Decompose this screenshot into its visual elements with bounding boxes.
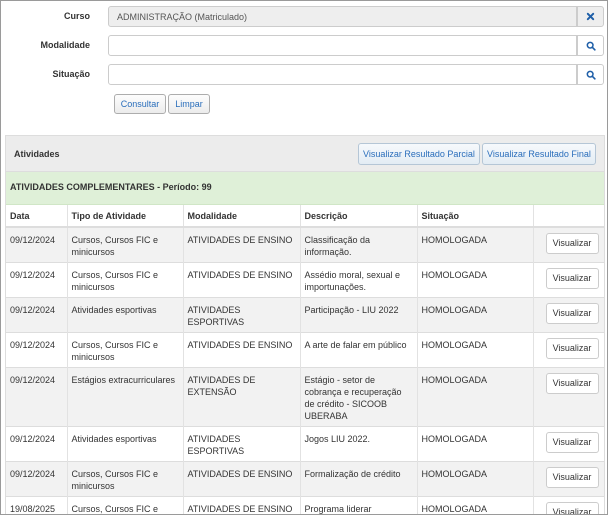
cell-tipo: Cursos, Cursos FIC e minicursos [67,332,184,368]
cell-data: 09/12/2024 [6,461,68,497]
cell-descricao: Formalização de crédito [300,461,418,497]
table-row: 09/12/2024 Cursos, Cursos FIC e minicurs… [6,461,604,497]
cell-situacao: HOMOLOGADA [417,461,534,497]
cell-tipo: Cursos, Cursos FIC e minicursos [67,461,184,497]
form-row-situacao: Situação [1,64,607,86]
search-icon [586,41,596,51]
panel-title: Atividades [14,149,60,159]
cell-data: 09/12/2024 [6,367,68,427]
visualizar-button[interactable]: Visualizar [545,268,599,289]
column-header-data: Data [6,205,68,228]
cell-tipo: Estágios extracurriculares [67,367,184,427]
cell-modalidade: ATIVIDADES DE ENSINO [183,496,301,514]
visualizar-button[interactable]: Visualizar [545,502,599,514]
cell-modalidade: ATIVIDADES DE ENSINO [183,262,301,298]
column-header-descricao: Descrição [300,205,418,228]
cell-actions: Visualizar [533,461,604,497]
consultar-button[interactable]: Consultar [114,94,166,114]
cell-actions: Visualizar [533,226,604,263]
cell-data: 19/08/2025 [6,496,68,514]
section-title: ATIVIDADES COMPLEMENTARES - Período: 99 [6,172,604,205]
clear-curso-button[interactable] [577,6,604,27]
search-icon [586,70,596,80]
panel-heading: Atividades Visualizar Resultado Parcial … [6,136,604,172]
close-icon [586,12,595,21]
table-row: 19/08/2025 Cursos, Cursos FIC e minicurs… [6,496,604,514]
cell-situacao: HOMOLOGADA [417,496,534,514]
cell-actions: Visualizar [533,426,604,462]
cell-actions: Visualizar [533,297,604,333]
cell-descricao: Classificação da informação. [300,226,418,263]
table-header-row: Data Tipo de Atividade Modalidade Descri… [6,205,604,228]
modalidade-field[interactable] [108,35,577,56]
cell-actions: Visualizar [533,367,604,427]
cell-descricao: Programa liderar [300,496,418,514]
search-situacao-button[interactable] [577,64,604,85]
visualizar-button[interactable]: Visualizar [545,338,599,359]
cell-modalidade: ATIVIDADES DE ENSINO [183,332,301,368]
cell-tipo: Atividades esportivas [67,426,184,462]
table-row: 09/12/2024 Estágios extracurriculares AT… [6,367,604,427]
situacao-field[interactable] [108,64,577,85]
cell-modalidade: ATIVIDADES ESPORTIVAS [183,297,301,333]
cell-data: 09/12/2024 [6,426,68,462]
visualizar-button[interactable]: Visualizar [545,432,599,453]
curso-field[interactable]: ADMINISTRAÇÃO (Matriculado) [108,6,577,27]
cell-data: 09/12/2024 [6,262,68,298]
cell-situacao: HOMOLOGADA [417,262,534,298]
cell-actions: Visualizar [533,332,604,368]
form-row-curso: Curso ADMINISTRAÇÃO (Matriculado) [1,6,607,28]
search-modalidade-button[interactable] [577,35,604,56]
cell-tipo: Cursos, Cursos FIC e minicursos [67,226,184,263]
cell-tipo: Atividades esportivas [67,297,184,333]
table-row: 09/12/2024 Cursos, Cursos FIC e minicurs… [6,332,604,368]
cell-tipo: Cursos, Cursos FIC e minicursos [67,496,184,514]
cell-situacao: HOMOLOGADA [417,332,534,368]
table-row: 09/12/2024 Cursos, Cursos FIC e minicurs… [6,226,604,263]
cell-descricao: Estágio - setor de cobrança e recuperaçã… [300,367,418,427]
atividades-panel: Atividades Visualizar Resultado Parcial … [5,135,605,514]
situacao-label: Situação [52,69,90,79]
visualizar-button[interactable]: Visualizar [545,303,599,324]
cell-modalidade: ATIVIDADES ESPORTIVAS [183,426,301,462]
table-row: 09/12/2024 Cursos, Cursos FIC e minicurs… [6,262,604,298]
table-row: 09/12/2024 Atividades esportivas ATIVIDA… [6,297,604,333]
cell-actions: Visualizar [533,496,604,514]
cell-descricao: Assédio moral, sexual e importunações. [300,262,418,298]
cell-modalidade: ATIVIDADES DE ENSINO [183,461,301,497]
cell-tipo: Cursos, Cursos FIC e minicursos [67,262,184,298]
cell-descricao: Participação - LIU 2022 [300,297,418,333]
cell-data: 09/12/2024 [6,297,68,333]
cell-data: 09/12/2024 [6,226,68,263]
visualizar-resultado-parcial-button[interactable]: Visualizar Resultado Parcial [358,143,480,165]
cell-situacao: HOMOLOGADA [417,226,534,263]
visualizar-button[interactable]: Visualizar [545,467,599,488]
column-header-actions [533,205,604,228]
visualizar-button[interactable]: Visualizar [545,373,599,394]
cell-descricao: A arte de falar em público [300,332,418,368]
column-header-situacao: Situação [417,205,534,228]
cell-situacao: HOMOLOGADA [417,367,534,427]
table-row: 09/12/2024 Atividades esportivas ATIVIDA… [6,426,604,462]
cell-actions: Visualizar [533,262,604,298]
cell-situacao: HOMOLOGADA [417,297,534,333]
page-frame: Curso ADMINISTRAÇÃO (Matriculado) Modali… [0,0,608,515]
form-row-modalidade: Modalidade [1,35,607,57]
column-header-tipo: Tipo de Atividade [67,205,184,228]
atividades-table: Data Tipo de Atividade Modalidade Descri… [6,205,604,514]
cell-modalidade: ATIVIDADES DE EXTENSÃO [183,367,301,427]
visualizar-button[interactable]: Visualizar [545,233,599,254]
visualizar-resultado-final-button[interactable]: Visualizar Resultado Final [482,143,596,165]
column-header-modalidade: Modalidade [183,205,301,228]
cell-data: 09/12/2024 [6,332,68,368]
cell-descricao: Jogos LIU 2022. [300,426,418,462]
curso-label: Curso [63,11,90,21]
cell-modalidade: ATIVIDADES DE ENSINO [183,226,301,263]
modalidade-label: Modalidade [40,40,90,50]
cell-situacao: HOMOLOGADA [417,426,534,462]
limpar-button[interactable]: Limpar [168,94,210,114]
